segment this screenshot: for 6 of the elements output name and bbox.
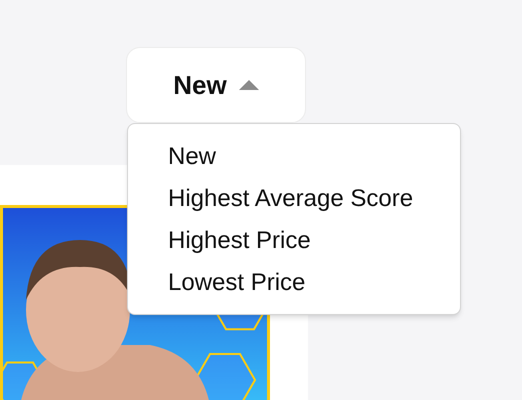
sort-option[interactable]: New — [128, 136, 460, 178]
sort-option[interactable]: Lowest Price — [128, 262, 460, 304]
sort-option[interactable]: Highest Price — [128, 220, 460, 262]
caret-icon — [238, 79, 259, 91]
sort-option[interactable]: Highest Average Score — [128, 178, 460, 220]
sort-button[interactable]: New — [126, 47, 306, 123]
